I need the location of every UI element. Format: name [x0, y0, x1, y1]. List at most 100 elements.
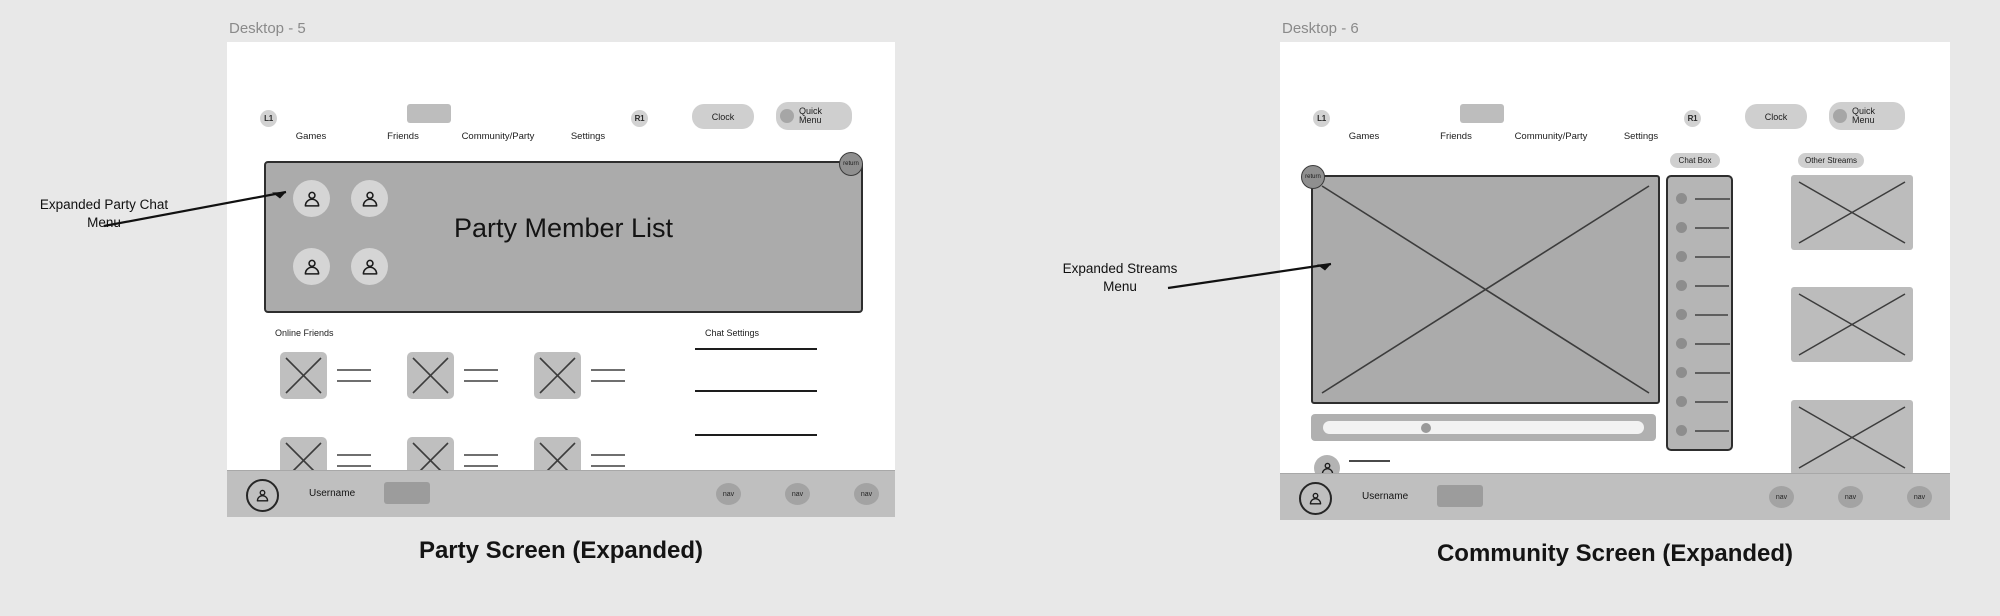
- chat-list-item[interactable]: [1676, 425, 1729, 436]
- user-avatar[interactable]: [1299, 482, 1332, 515]
- chat-setting-rule[interactable]: [695, 390, 817, 392]
- chat-avatar-icon: [1676, 309, 1687, 320]
- community-bottombar: Username nav nav nav: [1280, 473, 1950, 520]
- friend-tile[interactable]: [407, 352, 454, 399]
- chat-list-item[interactable]: [1676, 367, 1730, 378]
- user-avatar[interactable]: [246, 479, 279, 512]
- shoulder-l1-button[interactable]: L1: [260, 110, 277, 127]
- shoulder-r1-button[interactable]: R1: [631, 110, 648, 127]
- party-member-avatar[interactable]: [293, 180, 330, 217]
- friend-line: [591, 465, 625, 467]
- chat-list-item[interactable]: [1676, 396, 1728, 407]
- comment-title-line: [1349, 460, 1390, 462]
- stream-thumbnail[interactable]: [1791, 175, 1913, 250]
- nav-button[interactable]: nav: [854, 483, 879, 505]
- status-chip[interactable]: [384, 482, 430, 504]
- chat-avatar-icon: [1676, 367, 1687, 378]
- chat-list-item[interactable]: [1676, 251, 1730, 262]
- nav-item-community-party[interactable]: Community/Party: [1515, 131, 1588, 142]
- nav-item-friends[interactable]: Friends: [1440, 131, 1472, 142]
- friend-line: [464, 380, 498, 382]
- clock-button[interactable]: Clock: [1745, 104, 1807, 129]
- friend-line: [591, 369, 625, 371]
- main-stream-viewport[interactable]: [1311, 175, 1660, 404]
- quick-menu-label: Quick Menu: [799, 106, 822, 126]
- community-topnav: L1 R1 Games Friends Community/Party Sett…: [1280, 42, 1950, 142]
- chat-list-item[interactable]: [1676, 222, 1729, 233]
- chat-text-line: [1695, 313, 1728, 316]
- nav-item-community-party[interactable]: Community/Party: [462, 131, 535, 142]
- annotation-streams-menu: Expanded Streams Menu: [1062, 261, 1178, 294]
- nav-button[interactable]: nav: [716, 483, 741, 505]
- friend-line: [464, 454, 498, 456]
- stream-thumbnail[interactable]: [1791, 400, 1913, 475]
- scrubber-knob[interactable]: [1421, 423, 1431, 433]
- quick-menu-dot-icon: [1833, 109, 1847, 123]
- stream-scrubber[interactable]: [1311, 414, 1656, 441]
- chat-text-line: [1695, 342, 1730, 345]
- frame-label-party: Desktop - 5: [229, 20, 306, 37]
- chat-text-line: [1695, 284, 1729, 287]
- quick-menu-label-line2: Menu: [799, 115, 822, 125]
- party-member-avatar[interactable]: [351, 248, 388, 285]
- chat-list-item[interactable]: [1676, 338, 1730, 349]
- friend-tile[interactable]: [280, 352, 327, 399]
- scrubber-track[interactable]: [1323, 421, 1644, 434]
- friend-detail-lines: [591, 454, 625, 467]
- nav-button[interactable]: nav: [1769, 486, 1794, 508]
- clock-button[interactable]: Clock: [692, 104, 754, 129]
- shoulder-l1-button[interactable]: L1: [1313, 110, 1330, 127]
- chat-list-item[interactable]: [1676, 309, 1728, 320]
- chat-avatar-icon: [1676, 251, 1687, 262]
- thumbnail-placeholder-x-icon: [1798, 293, 1906, 356]
- return-button[interactable]: return: [1301, 165, 1325, 189]
- chat-text-line: [1695, 371, 1730, 374]
- nav-button[interactable]: nav: [1838, 486, 1863, 508]
- stream-placeholder-x-icon: [1321, 185, 1650, 394]
- nav-active-highlight: [1460, 104, 1504, 123]
- chat-setting-rule[interactable]: [695, 348, 817, 350]
- friend-detail-lines: [464, 454, 498, 467]
- friend-detail-lines: [591, 369, 625, 382]
- friend-tile[interactable]: [534, 352, 581, 399]
- nav-item-games[interactable]: Games: [1349, 131, 1380, 142]
- nav-active-highlight: [407, 104, 451, 123]
- friend-line: [591, 380, 625, 382]
- nav-button[interactable]: nav: [785, 483, 810, 505]
- community-screen: L1 R1 Games Friends Community/Party Sett…: [1280, 42, 1950, 520]
- frame-party: Desktop - 5 L1 R1 Games Friends Communit…: [227, 20, 895, 564]
- chat-setting-rule[interactable]: [695, 434, 817, 436]
- status-chip[interactable]: [1437, 485, 1483, 507]
- chat-list-item[interactable]: [1676, 193, 1730, 204]
- party-member-list-panel: Party Member List return: [264, 152, 863, 313]
- quick-menu-button[interactable]: Quick Menu: [1829, 102, 1905, 130]
- nav-item-settings[interactable]: Settings: [571, 131, 605, 142]
- nav-item-friends[interactable]: Friends: [387, 131, 419, 142]
- chat-text-line: [1695, 429, 1729, 432]
- return-button[interactable]: return: [839, 152, 863, 176]
- shoulder-r1-button[interactable]: R1: [1684, 110, 1701, 127]
- frame-label-community: Desktop - 6: [1282, 20, 1359, 37]
- friend-line: [591, 454, 625, 456]
- party-member-avatar[interactable]: [293, 248, 330, 285]
- quick-menu-button[interactable]: Quick Menu: [776, 102, 852, 130]
- chat-box-tag[interactable]: Chat Box: [1670, 153, 1720, 168]
- chat-list-item[interactable]: [1676, 280, 1729, 291]
- frame-community: Desktop - 6 L1 R1 Games Friends Communit…: [1280, 20, 1950, 567]
- thumbnail-placeholder-x-icon: [1798, 181, 1906, 244]
- other-streams-tag[interactable]: Other Streams: [1798, 153, 1864, 168]
- friend-detail-lines: [464, 369, 498, 382]
- party-member-avatar[interactable]: [351, 180, 388, 217]
- frame-caption-community: Community Screen (Expanded): [1436, 540, 1794, 567]
- nav-item-games[interactable]: Games: [296, 131, 327, 142]
- friend-line: [464, 369, 498, 371]
- stream-thumbnail[interactable]: [1791, 287, 1913, 362]
- frame-caption-party: Party Screen (Expanded): [418, 537, 704, 564]
- chat-avatar-icon: [1676, 222, 1687, 233]
- wireframe-canvas: Desktop - 5 L1 R1 Games Friends Communit…: [0, 0, 2000, 616]
- nav-item-settings[interactable]: Settings: [1624, 131, 1658, 142]
- chat-text-line: [1695, 400, 1728, 403]
- nav-button[interactable]: nav: [1907, 486, 1932, 508]
- friend-line: [337, 369, 371, 371]
- chat-avatar-icon: [1676, 396, 1687, 407]
